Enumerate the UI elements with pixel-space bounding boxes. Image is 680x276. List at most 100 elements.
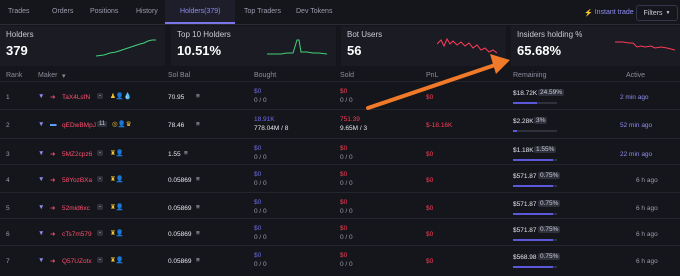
filter-maker-icon[interactable]: ▼ bbox=[38, 121, 44, 128]
remaining-progress-bar bbox=[513, 239, 557, 241]
filter-maker-icon[interactable]: ▼ bbox=[38, 93, 44, 100]
card-holders: Holders 379 bbox=[0, 26, 165, 66]
sol-balance: 1.55 bbox=[168, 151, 181, 158]
table-row[interactable]: 1 ▼ ➜ TaX4LsfN - ♟👤💧 70.95 ≡ $0 0 / 0 $0 0 / 0 $0 $18… bbox=[0, 81, 680, 112]
card-value: 65.68% bbox=[517, 43, 562, 58]
sold-value: $0 bbox=[340, 252, 348, 259]
trader-tag-icons: ♜👤 bbox=[110, 150, 124, 157]
sold-value: $0 bbox=[340, 88, 348, 95]
pnl-value: $0 bbox=[426, 258, 434, 265]
sold-value: $0 bbox=[340, 225, 348, 232]
rank-cell: 6 bbox=[6, 231, 10, 238]
maker-address-link[interactable]: 5MZ2cpz6 bbox=[62, 151, 92, 158]
maker-address-link[interactable]: 52mid6xc bbox=[62, 205, 90, 212]
solana-icon: ≡ bbox=[196, 93, 200, 100]
maker-address-link[interactable]: cTs7m579 bbox=[62, 231, 92, 238]
filter-maker-icon[interactable]: ▼ bbox=[38, 150, 44, 157]
card-top10: Top 10 Holders 10.51% bbox=[171, 26, 336, 66]
instant-trade-button[interactable]: ⚡ Instant trade bbox=[584, 6, 634, 19]
sol-balance: 0.05869 bbox=[168, 205, 192, 212]
solana-icon: ≡ bbox=[196, 204, 200, 211]
table-row[interactable]: 4 ▼ ➜ 58YozBXa - ♜👤 0.05869 ≡ $0 0 / 0 $0 0 / 0 $0 $5… bbox=[0, 164, 680, 195]
sol-balance: 70.95 bbox=[168, 94, 185, 101]
bought-value: 18.91K bbox=[254, 116, 275, 123]
rank-cell: 4 bbox=[6, 177, 10, 184]
trader-tag-icons: ◎👤♛ bbox=[112, 121, 132, 128]
wallet-icon: ▬ bbox=[50, 121, 57, 128]
tab-positions[interactable]: Positions bbox=[90, 8, 118, 15]
card-value: 10.51% bbox=[177, 43, 222, 58]
bought-value: $0 bbox=[254, 199, 262, 206]
pnl-value: $-18.16K bbox=[426, 122, 453, 129]
sold-detail: 0 / 0 bbox=[340, 208, 353, 215]
filter-maker-icon[interactable]: ▼ bbox=[38, 204, 44, 211]
tx-count-badge: 11 bbox=[97, 121, 108, 127]
remaining-progress-bar bbox=[513, 213, 557, 215]
remaining-progress-fill bbox=[513, 213, 553, 215]
pnl-value: $0 bbox=[426, 151, 434, 158]
bought-value: $0 bbox=[254, 88, 262, 95]
filter-maker-icon[interactable]: ▼ bbox=[38, 257, 44, 264]
maker-address-link[interactable]: qEDwBMpJ bbox=[62, 122, 96, 129]
trader-tag-icons: ♜👤 bbox=[110, 204, 124, 211]
filter-maker-icon[interactable]: ▼ bbox=[38, 176, 44, 183]
filters-button[interactable]: Filters ▼ bbox=[636, 5, 678, 21]
table-row[interactable]: 7 ▼ ➜ Q57UZotx - ♜👤 0.05869 ≡ $0 0 / 0 $0 0 / 0 $0 $5… bbox=[0, 245, 680, 276]
card-title: Top 10 Holders bbox=[177, 30, 231, 39]
remaining-percent: 24.59% bbox=[538, 89, 565, 96]
tab-holders[interactable]: Holders(379) bbox=[180, 8, 220, 15]
tab-bar: Trades Orders Positions History Holders(… bbox=[0, 0, 680, 25]
lightning-icon: ⚡ bbox=[584, 9, 593, 17]
remaining-percent: 0.75% bbox=[538, 172, 561, 179]
maker-address-link[interactable]: TaX4LsfN bbox=[62, 94, 90, 101]
col-bought: Bought bbox=[254, 72, 277, 79]
table-row[interactable]: 2 ▼ ▬ qEDwBMpJ 11 ◎👤♛ 78.46 ≡ 18.91K 778.04M / 8 7… bbox=[0, 109, 680, 140]
annotation-arrow bbox=[366, 54, 510, 110]
arrow-icon: ➜ bbox=[50, 258, 56, 265]
tx-count-badge: - bbox=[97, 93, 103, 99]
col-sol-bal: Sol Bal bbox=[168, 72, 191, 79]
sol-balance: 0.05869 bbox=[168, 177, 192, 184]
bought-detail: 0 / 0 bbox=[254, 180, 267, 187]
active-time: 6 h ago bbox=[636, 258, 658, 265]
sol-balance: 0.05869 bbox=[168, 231, 192, 238]
filter-maker-icon[interactable]: ▼ bbox=[38, 230, 44, 237]
filters-label: Filters bbox=[643, 9, 663, 17]
remaining-percent: 3% bbox=[534, 117, 548, 124]
col-maker: Maker bbox=[38, 72, 58, 79]
trader-tag-icons: ♜👤 bbox=[110, 176, 124, 183]
solana-icon: ≡ bbox=[196, 176, 200, 183]
sol-balance: 78.46 bbox=[168, 122, 185, 129]
rank-cell: 2 bbox=[6, 122, 10, 129]
filter-icon[interactable]: ▾ bbox=[62, 72, 66, 80]
chevron-down-icon: ▼ bbox=[665, 10, 671, 16]
card-insiders: Insiders holding % 65.68% bbox=[511, 26, 680, 66]
bought-value: $0 bbox=[254, 145, 262, 152]
tab-orders[interactable]: Orders bbox=[52, 8, 73, 15]
remaining-progress-fill bbox=[513, 159, 553, 161]
maker-address-link[interactable]: 58YozBXa bbox=[62, 177, 92, 184]
sold-value: $0 bbox=[340, 145, 348, 152]
rank-cell: 1 bbox=[6, 94, 10, 101]
sold-detail: 0 / 0 bbox=[340, 97, 353, 104]
tab-dev-tokens[interactable]: Dev Tokens bbox=[296, 8, 332, 15]
sold-detail: 0 / 0 bbox=[340, 154, 353, 161]
tab-trades[interactable]: Trades bbox=[8, 8, 30, 15]
sold-value: $0 bbox=[340, 171, 348, 178]
active-tab-indicator bbox=[165, 22, 235, 24]
trader-tag-icons: ♜👤 bbox=[110, 230, 124, 237]
tab-top-traders[interactable]: Top Traders bbox=[244, 8, 281, 15]
remaining-percent: 0.75% bbox=[538, 226, 561, 233]
tx-count-badge: - bbox=[97, 150, 103, 156]
rank-cell: 7 bbox=[6, 258, 10, 265]
tab-history[interactable]: History bbox=[136, 8, 158, 15]
card-value: 379 bbox=[6, 43, 28, 58]
remaining-value: $568.98 bbox=[513, 254, 537, 261]
bought-detail: 778.04M / 8 bbox=[254, 125, 289, 132]
tx-count-badge: - bbox=[97, 176, 103, 182]
sold-detail: 9.65M / 3 bbox=[340, 125, 368, 132]
maker-address-link[interactable]: Q57UZotx bbox=[62, 258, 92, 265]
arrow-icon: ➜ bbox=[50, 231, 56, 238]
arrow-icon: ➜ bbox=[50, 151, 56, 158]
remaining-value: $571.87 bbox=[513, 227, 537, 234]
